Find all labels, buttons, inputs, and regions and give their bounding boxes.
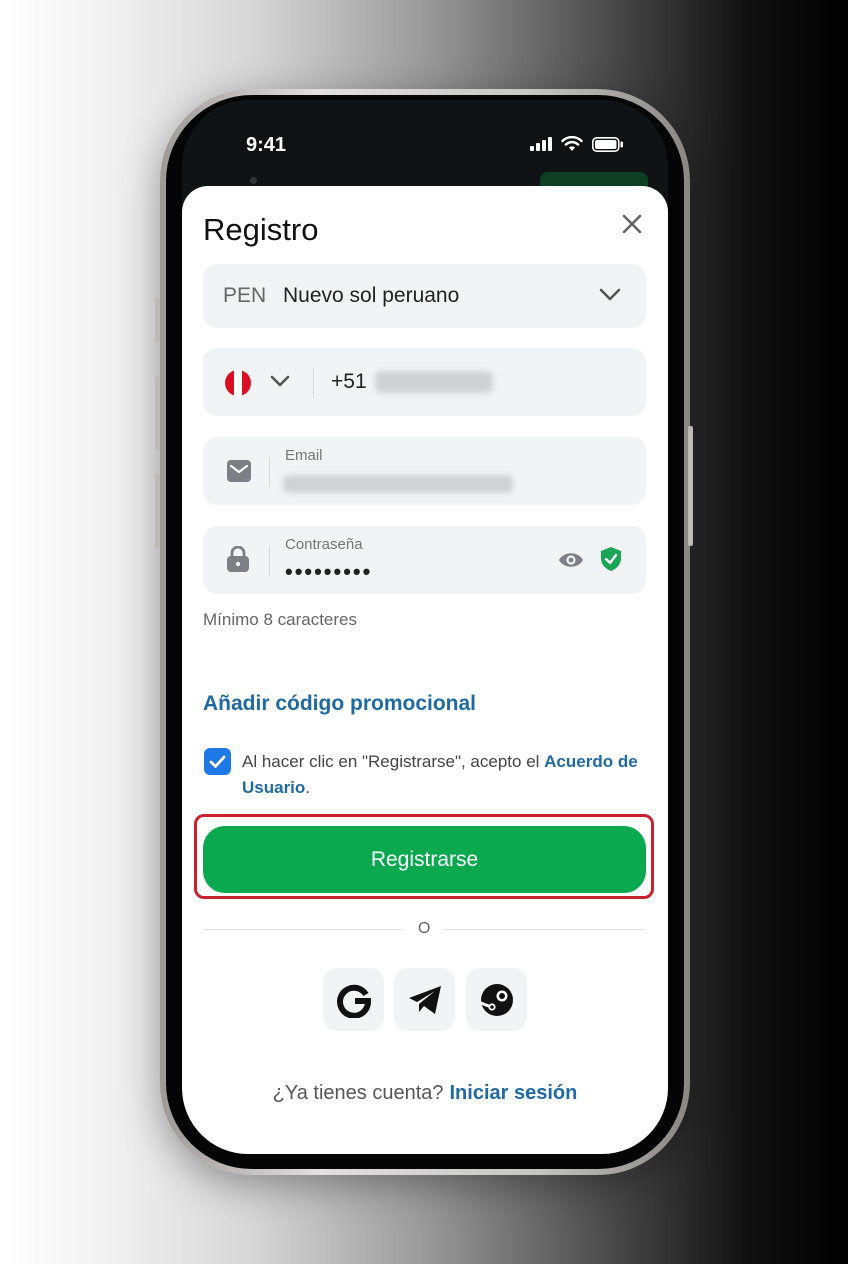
terms-label: Al hacer clic en "Registrarse", acepto e… xyxy=(242,752,545,771)
battery-icon xyxy=(592,136,623,152)
password-hint: Mínimo 8 caracteres xyxy=(203,610,357,629)
eye-icon[interactable] xyxy=(558,550,584,570)
phone-number-input[interactable] xyxy=(375,371,493,393)
phone-screen: 9:41 Registro PEN Nuevo sol peruano +51 … xyxy=(182,100,668,1154)
wifi-icon xyxy=(561,136,583,151)
terms-period: . xyxy=(305,778,311,797)
currency-code: PEN xyxy=(223,284,267,307)
peru-flag-icon[interactable] xyxy=(225,370,251,396)
telegram-icon xyxy=(408,985,441,1014)
register-button[interactable]: Registrarse xyxy=(203,826,646,893)
login-question: ¿Ya tienes cuenta? xyxy=(272,1082,444,1104)
google-icon xyxy=(336,984,371,1018)
volume-up-button xyxy=(155,376,160,450)
signal-icon xyxy=(530,137,552,151)
divider-right xyxy=(442,929,646,930)
login-prompt: ¿Ya tienes cuenta? Iniciar sesión xyxy=(182,1082,668,1105)
phone-prefix: +51 xyxy=(331,370,367,393)
field-divider xyxy=(313,368,314,398)
currency-name: Nuevo sol peruano xyxy=(283,284,460,307)
password-field[interactable]: Contraseña ••••••••• xyxy=(203,526,646,594)
google-login-button[interactable] xyxy=(323,968,384,1031)
field-divider xyxy=(269,546,270,576)
divider-left xyxy=(203,929,403,930)
sheet-title: Registro xyxy=(203,212,319,247)
close-icon[interactable] xyxy=(618,210,646,238)
promo-code-link[interactable]: Añadir código promocional xyxy=(203,692,476,716)
email-input[interactable] xyxy=(283,475,513,493)
terms-text: Al hacer clic en "Registrarse", acepto e… xyxy=(242,749,652,801)
country-chevron-down-icon[interactable] xyxy=(269,374,291,388)
status-icons xyxy=(530,136,624,152)
phone-field: +51 xyxy=(203,348,646,416)
lock-icon xyxy=(227,546,249,572)
background-dot xyxy=(250,177,257,184)
mail-icon xyxy=(227,460,251,482)
status-time: 9:41 xyxy=(246,134,287,156)
terms-checkbox[interactable] xyxy=(204,748,231,775)
password-input[interactable]: ••••••••• xyxy=(285,559,372,585)
volume-down-button xyxy=(155,474,160,548)
telegram-login-button[interactable] xyxy=(394,968,455,1031)
checkmark-icon xyxy=(209,755,226,768)
shield-check-icon xyxy=(601,547,621,571)
divider-or: O xyxy=(418,920,431,937)
power-button xyxy=(688,426,693,546)
currency-select[interactable]: PEN Nuevo sol peruano xyxy=(203,264,646,328)
chevron-down-icon xyxy=(599,288,621,301)
password-label: Contraseña xyxy=(285,536,363,553)
field-divider xyxy=(269,457,270,487)
registration-sheet: Registro PEN Nuevo sol peruano +51 Email… xyxy=(182,186,668,1154)
login-link[interactable]: Iniciar sesión xyxy=(450,1082,578,1104)
email-field[interactable]: Email xyxy=(203,437,646,505)
email-label: Email xyxy=(285,447,323,464)
action-button xyxy=(155,298,160,342)
steam-login-button[interactable] xyxy=(466,968,527,1031)
steam-icon xyxy=(479,983,513,1016)
